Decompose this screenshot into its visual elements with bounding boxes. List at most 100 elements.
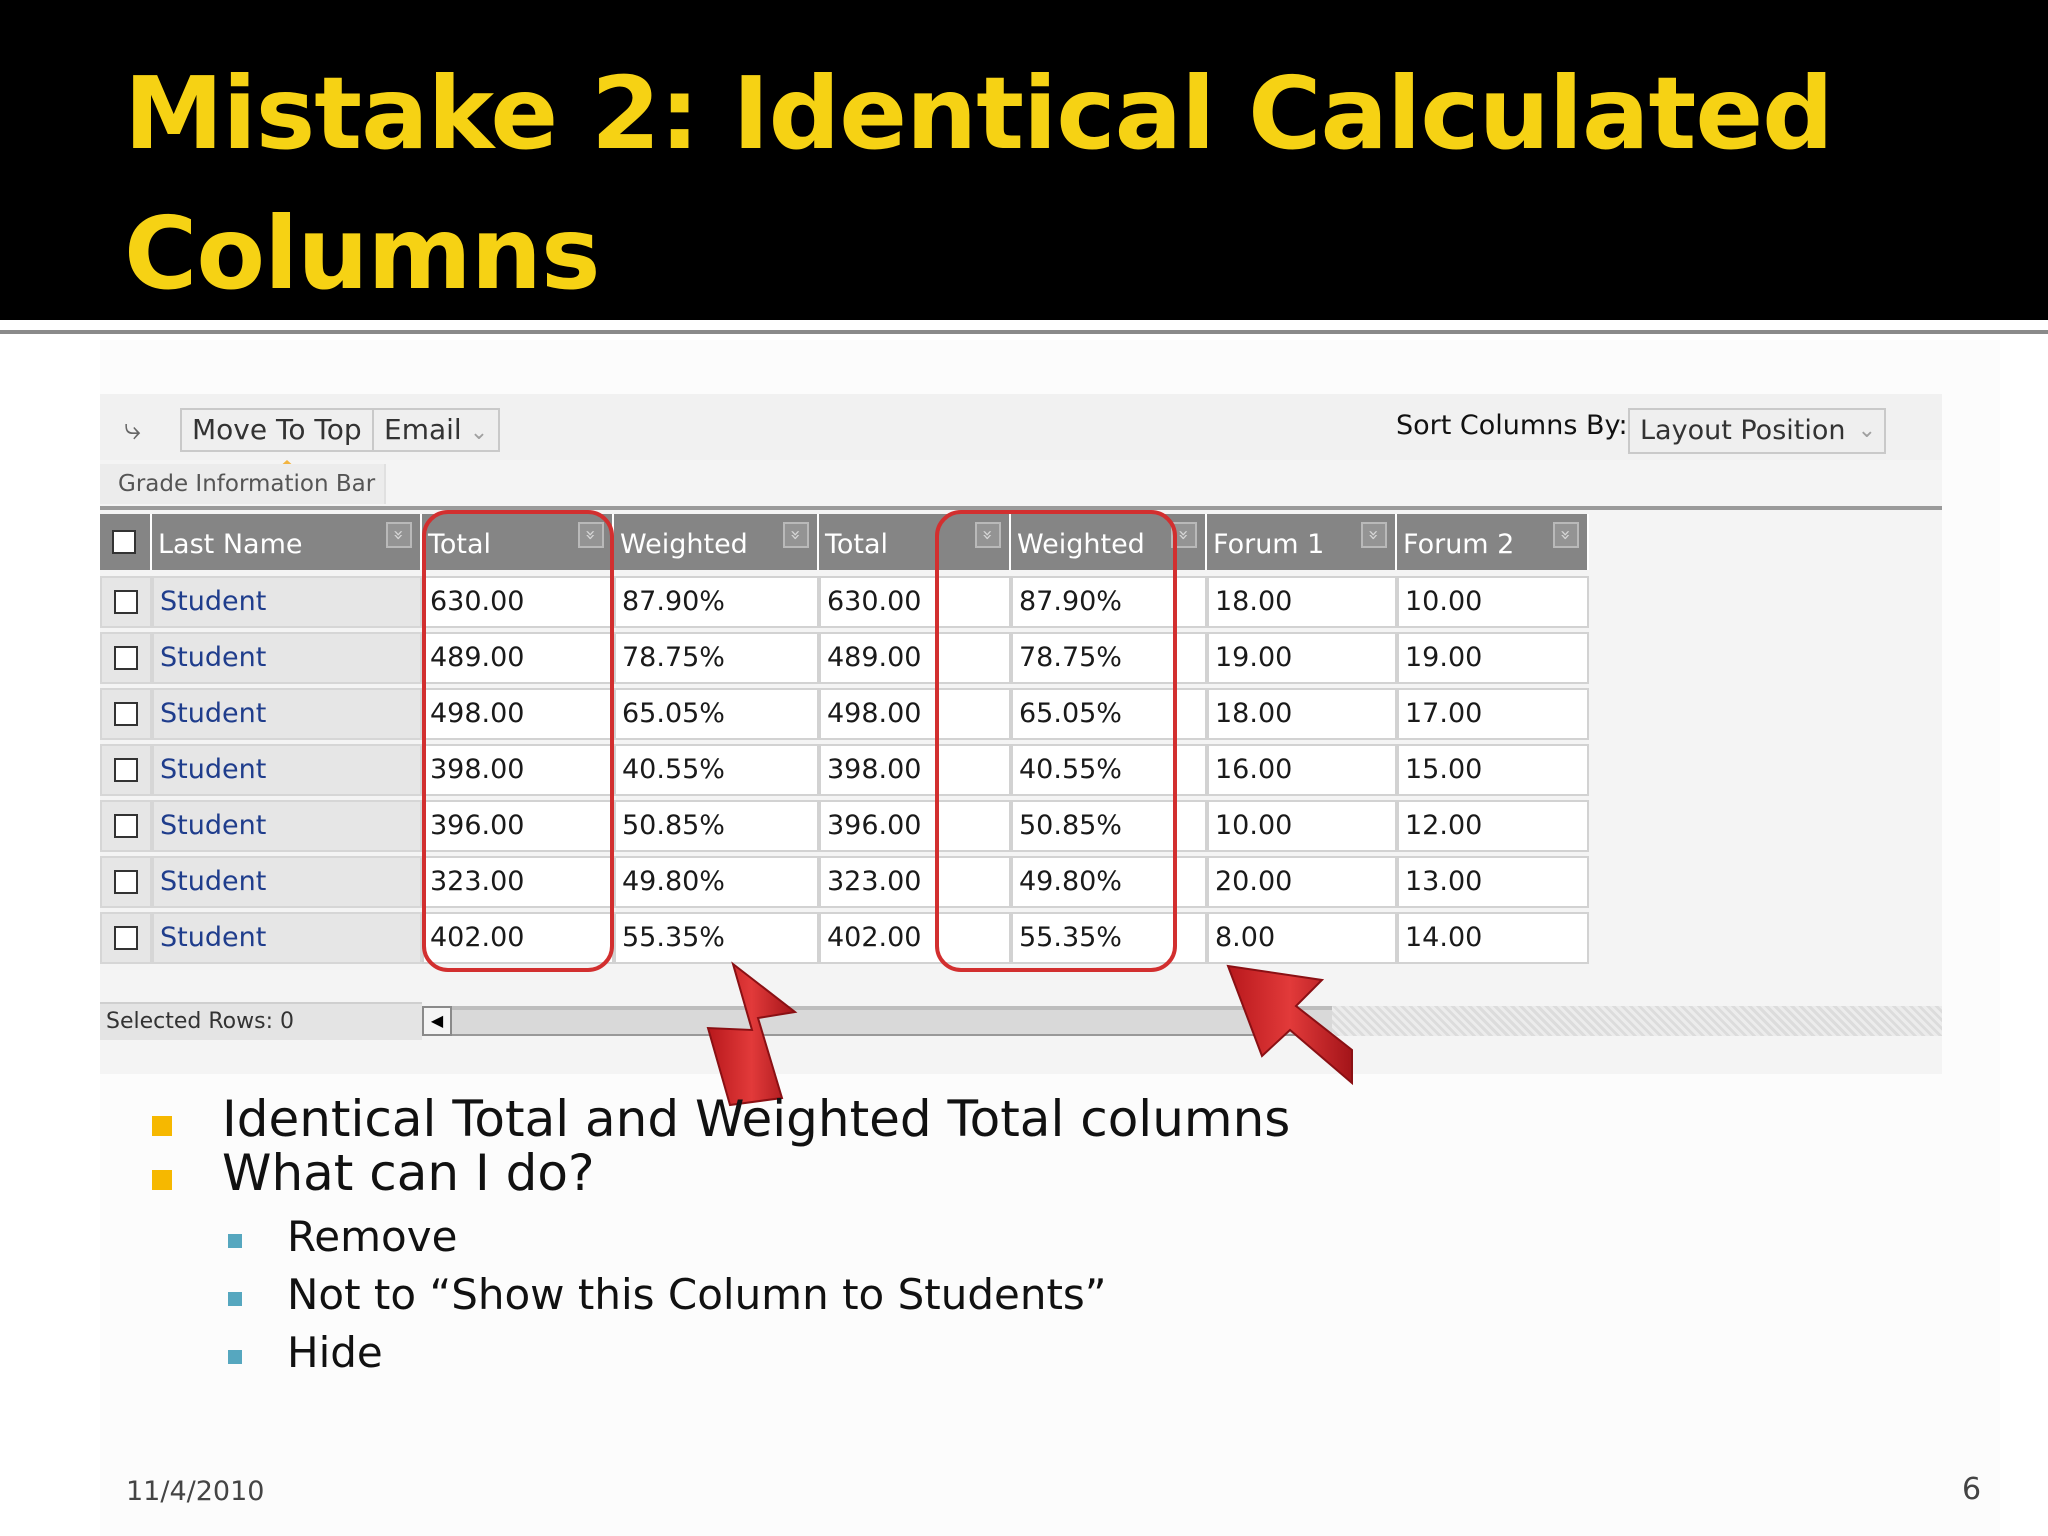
grade-cell[interactable]: 10.00 [1397, 576, 1589, 628]
student-name-link[interactable]: Student [152, 744, 422, 796]
select-all-header [100, 514, 152, 570]
grade-center-screenshot: ⤷ Move To Top Email ⌄ Sort Columns By: La… [100, 394, 1942, 1074]
grade-cell[interactable]: 15.00 [1397, 744, 1589, 796]
double-chevron-down-icon[interactable]: » [1361, 522, 1387, 548]
grade-cell[interactable]: 49.80% [1011, 856, 1207, 908]
double-chevron-down-icon[interactable]: » [1171, 522, 1197, 548]
student-name-link[interactable]: Student [152, 688, 422, 740]
grade-cell[interactable]: 13.00 [1397, 856, 1589, 908]
chevron-down-icon: ⌄ [469, 420, 489, 445]
grade-cell[interactable]: 489.00 [819, 632, 1011, 684]
column-header[interactable]: Forum 1 » [1207, 514, 1397, 570]
double-chevron-down-icon[interactable]: » [578, 522, 604, 548]
grade-cell[interactable]: 14.00 [1397, 912, 1589, 964]
bullet-marker [152, 1170, 172, 1190]
student-name-link[interactable]: Student [152, 800, 422, 852]
grade-cell[interactable]: 323.00 [422, 856, 614, 908]
double-chevron-down-icon[interactable]: » [386, 522, 412, 548]
grade-cell[interactable]: 498.00 [422, 688, 614, 740]
grade-information-bar[interactable]: Grade Information Bar [100, 464, 386, 504]
sort-columns-select[interactable]: Layout Position ⌄ [1628, 408, 1886, 454]
bullet-level2-item: Remove [287, 1212, 458, 1261]
column-header-label: Forum 1 [1213, 529, 1325, 560]
bullet-marker [228, 1350, 242, 1364]
column-header-label: Last Name [158, 529, 303, 560]
row-checkbox[interactable] [114, 926, 138, 950]
grade-cell[interactable]: 12.00 [1397, 800, 1589, 852]
move-to-top-label: Move To Top [192, 413, 362, 446]
row-select-cell [100, 912, 152, 964]
row-checkbox[interactable] [114, 702, 138, 726]
grade-cell[interactable]: 65.05% [614, 688, 819, 740]
row-checkbox[interactable] [114, 646, 138, 670]
grade-cell[interactable]: 8.00 [1207, 912, 1397, 964]
bullet-level2-item: Hide [287, 1328, 383, 1377]
grade-cell[interactable]: 49.80% [614, 856, 819, 908]
grade-cell[interactable]: 398.00 [819, 744, 1011, 796]
row-select-cell [100, 576, 152, 628]
grade-cell[interactable]: 40.55% [1011, 744, 1207, 796]
slide-title: Mistake 2: Identical Calculated Columns [124, 55, 1834, 312]
student-name-link[interactable]: Student [152, 912, 422, 964]
grade-cell[interactable]: 40.55% [614, 744, 819, 796]
grade-cell[interactable]: 87.90% [1011, 576, 1207, 628]
double-chevron-down-icon[interactable]: » [1553, 522, 1579, 548]
select-all-checkbox[interactable] [112, 530, 136, 554]
grade-cell[interactable]: 55.35% [1011, 912, 1207, 964]
title-divider [0, 330, 2048, 334]
email-label: Email [384, 413, 462, 446]
grade-cell[interactable]: 396.00 [422, 800, 614, 852]
grade-cell[interactable]: 323.00 [819, 856, 1011, 908]
grade-cell[interactable]: 402.00 [422, 912, 614, 964]
grade-cell[interactable]: 18.00 [1207, 688, 1397, 740]
double-chevron-down-icon[interactable]: » [975, 522, 1001, 548]
column-header[interactable]: Total » [422, 514, 614, 570]
row-checkbox[interactable] [114, 758, 138, 782]
row-checkbox[interactable] [114, 814, 138, 838]
grade-cell[interactable]: 398.00 [422, 744, 614, 796]
column-header[interactable]: Total » [819, 514, 1011, 570]
move-to-top-button[interactable]: Move To Top [180, 408, 374, 452]
horizontal-scrollbar[interactable] [452, 1006, 1332, 1036]
column-header-label: Total [428, 529, 492, 560]
column-header[interactable]: Last Name » [152, 514, 422, 570]
email-button[interactable]: Email ⌄ [372, 408, 501, 452]
row-checkbox[interactable] [114, 870, 138, 894]
student-name-link[interactable]: Student [152, 632, 422, 684]
student-name-link[interactable]: Student [152, 576, 422, 628]
grade-cell[interactable]: 489.00 [422, 632, 614, 684]
grade-cell[interactable]: 87.90% [614, 576, 819, 628]
grade-cell[interactable]: 16.00 [1207, 744, 1397, 796]
grade-cell[interactable]: 630.00 [819, 576, 1011, 628]
row-select-cell [100, 632, 152, 684]
scroll-left-arrow-icon[interactable]: ◀ [422, 1006, 452, 1036]
grade-cell[interactable]: 17.00 [1397, 688, 1589, 740]
grade-cell[interactable]: 65.05% [1011, 688, 1207, 740]
grade-cell[interactable]: 498.00 [819, 688, 1011, 740]
grade-cell[interactable]: 402.00 [819, 912, 1011, 964]
slide-date: 11/4/2010 [126, 1476, 265, 1507]
bullet-marker [228, 1234, 242, 1248]
grade-cell[interactable]: 396.00 [819, 800, 1011, 852]
column-header[interactable]: Forum 2 » [1397, 514, 1589, 570]
grade-cell[interactable]: 10.00 [1207, 800, 1397, 852]
grade-cell[interactable]: 19.00 [1207, 632, 1397, 684]
double-chevron-down-icon[interactable]: » [783, 522, 809, 548]
column-header[interactable]: Weighted Total» [614, 514, 819, 622]
bullet-level2-item: Not to “Show this Column to Students” [287, 1270, 1107, 1319]
bullet-marker [152, 1116, 172, 1136]
row-select-cell [100, 856, 152, 908]
grade-cell[interactable]: 20.00 [1207, 856, 1397, 908]
grade-cell[interactable]: 78.75% [1011, 632, 1207, 684]
grade-cell[interactable]: 50.85% [1011, 800, 1207, 852]
column-header-label: Total [825, 529, 889, 560]
grade-cell[interactable]: 630.00 [422, 576, 614, 628]
grade-cell[interactable]: 55.35% [614, 912, 819, 964]
grade-cell[interactable]: 50.85% [614, 800, 819, 852]
grade-cell[interactable]: 78.75% [614, 632, 819, 684]
student-name-link[interactable]: Student [152, 856, 422, 908]
grade-cell[interactable]: 18.00 [1207, 576, 1397, 628]
column-header[interactable]: Weighted Total» [1011, 514, 1207, 622]
row-checkbox[interactable] [114, 590, 138, 614]
grade-cell[interactable]: 19.00 [1397, 632, 1589, 684]
